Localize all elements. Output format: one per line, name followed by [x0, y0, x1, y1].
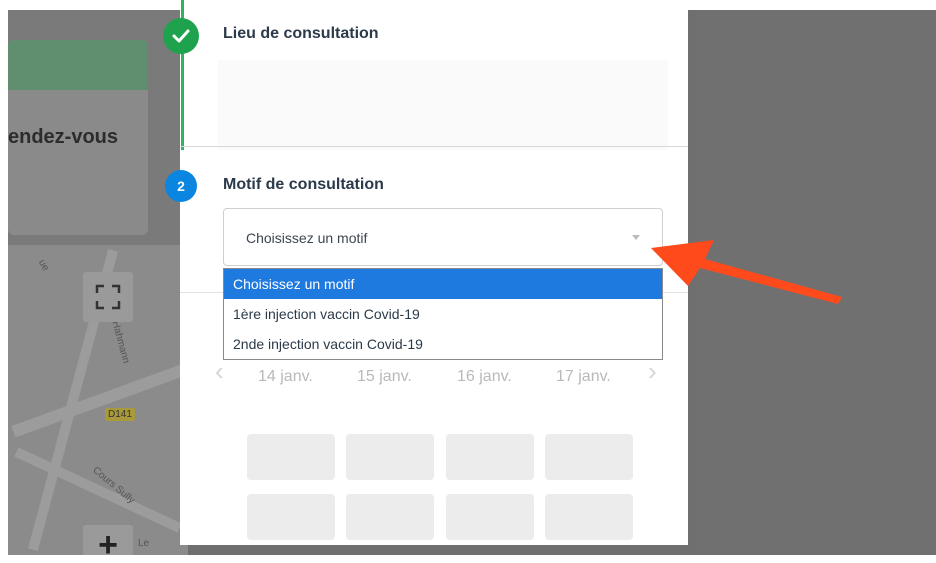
chevron-down-icon: [632, 235, 640, 240]
map-road: [11, 364, 185, 438]
time-slot[interactable]: [446, 494, 534, 540]
calendar-date: 14 janv.: [258, 368, 313, 385]
fullscreen-icon: [95, 284, 121, 310]
motif-option[interactable]: 1ère injection vaccin Covid-19: [224, 299, 662, 329]
background-card-header: [8, 40, 148, 90]
step2-number-badge: 2: [165, 170, 197, 202]
motif-dropdown: Choisissez un motif 1ère injection vacci…: [223, 268, 663, 360]
time-slot[interactable]: [346, 434, 434, 480]
step1-content: [218, 60, 668, 150]
check-icon: [163, 18, 199, 54]
step2-title: Motif de consultation: [223, 176, 384, 193]
motif-select[interactable]: Choisissez un motif: [223, 208, 663, 266]
time-slot[interactable]: [247, 434, 335, 480]
motif-option[interactable]: Choisissez un motif: [224, 269, 662, 299]
time-slot[interactable]: [446, 434, 534, 480]
time-slot[interactable]: [545, 434, 633, 480]
road-badge: D141: [105, 408, 135, 421]
time-slot[interactable]: [346, 494, 434, 540]
calendar-date: 17 janv.: [556, 368, 611, 385]
step1-title: Lieu de consultation: [223, 25, 379, 42]
step-divider: [180, 146, 688, 147]
motif-select-value: Choisissez un motif: [246, 230, 368, 246]
plus-icon: +: [98, 525, 118, 556]
calendar-date: 15 janv.: [357, 368, 412, 385]
calendar-date: 16 janv.: [457, 368, 512, 385]
zoom-in-button[interactable]: +: [83, 525, 133, 555]
time-slot[interactable]: [545, 494, 633, 540]
fullscreen-button[interactable]: [83, 272, 133, 322]
map-label: Le: [138, 538, 150, 549]
background-card-text: endez-vous: [8, 126, 119, 148]
background-right-overlay: [696, 10, 936, 555]
calendar-next-button[interactable]: ›: [648, 356, 657, 387]
motif-option[interactable]: 2nde injection vaccin Covid-19: [224, 329, 662, 359]
calendar-prev-button[interactable]: ‹: [215, 356, 224, 387]
time-slot[interactable]: [247, 494, 335, 540]
